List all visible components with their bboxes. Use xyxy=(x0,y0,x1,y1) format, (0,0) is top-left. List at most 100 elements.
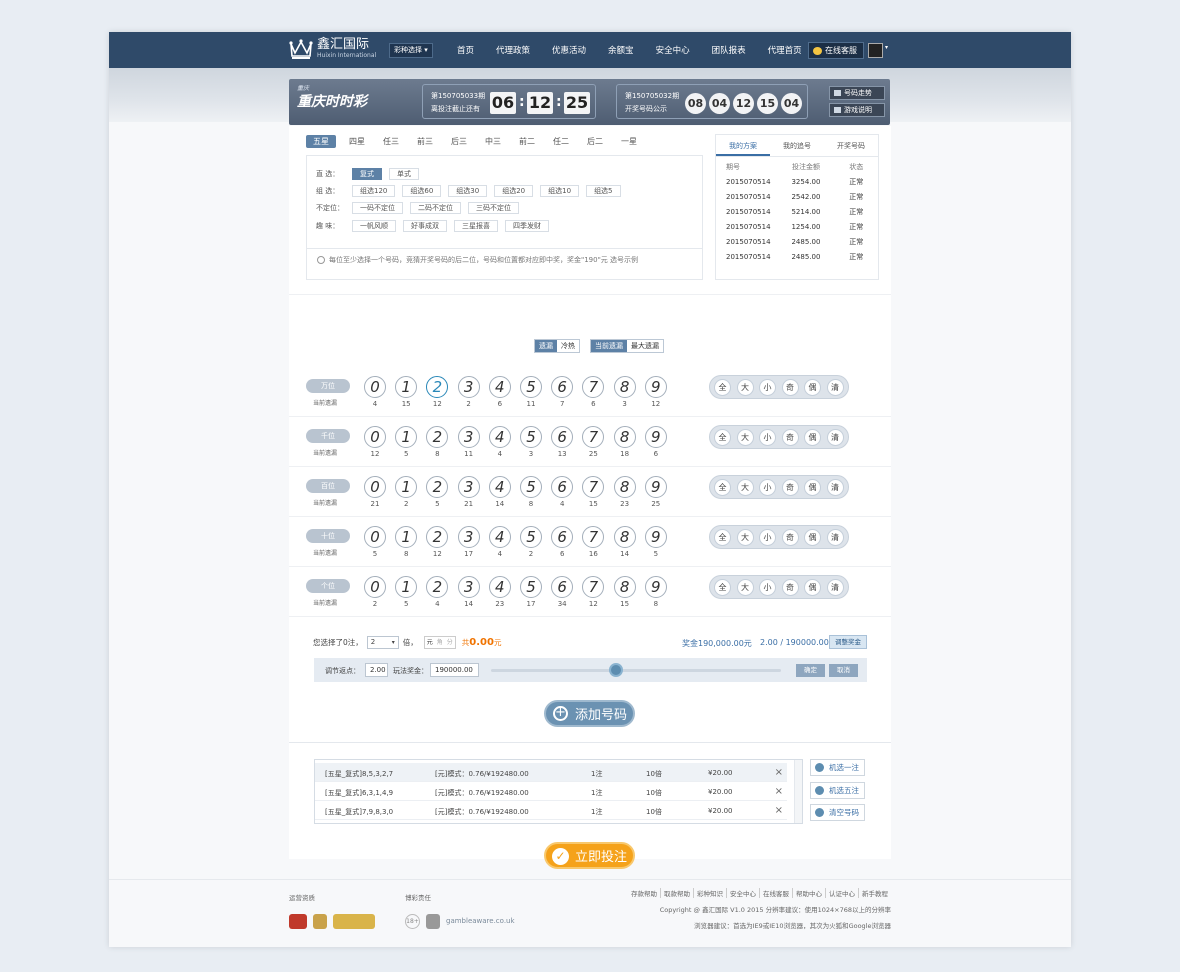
number-ball[interactable]: 8 xyxy=(613,526,636,548)
number-ball[interactable]: 9 xyxy=(644,426,667,448)
table-row[interactable]: 2015070514 2542.00 正常 xyxy=(716,190,878,205)
unit-yuan[interactable]: 元 xyxy=(425,637,435,648)
tab-play[interactable]: 任三 xyxy=(374,135,408,148)
footer-link[interactable]: 帮助中心 xyxy=(793,888,826,898)
play-option-button[interactable]: 单式 xyxy=(389,168,419,180)
number-ball[interactable]: 9 xyxy=(644,526,667,548)
number-ball[interactable]: 3 xyxy=(457,426,480,448)
number-ball[interactable]: 2 xyxy=(426,376,449,398)
tab-play[interactable]: 后三 xyxy=(442,135,476,148)
tab-play[interactable]: 后二 xyxy=(578,135,612,148)
quick-select-button[interactable]: 小 xyxy=(759,579,776,596)
footer-link[interactable]: 安全中心 xyxy=(727,888,760,898)
number-ball[interactable]: 6 xyxy=(551,376,574,398)
quick-select-button[interactable]: 大 xyxy=(736,479,754,496)
play-option-button[interactable]: 组选20 xyxy=(494,185,534,197)
tab-play[interactable]: 前二 xyxy=(510,135,544,148)
toggle-option[interactable]: 当前遗漏 xyxy=(591,340,627,352)
toggle-option[interactable]: 遗漏 xyxy=(535,340,557,352)
number-ball[interactable]: 7 xyxy=(582,476,605,498)
tab-play[interactable]: 四星 xyxy=(340,135,374,148)
number-ball[interactable]: 4 xyxy=(488,426,511,448)
footer-link[interactable]: 取款帮助 xyxy=(661,888,694,898)
number-ball[interactable]: 3 xyxy=(457,526,480,548)
tab-play[interactable]: 五星 xyxy=(306,135,336,148)
play-option-button[interactable]: 组选5 xyxy=(586,185,621,197)
number-ball[interactable]: 4 xyxy=(488,526,511,548)
footer-link[interactable]: 在线客服 xyxy=(760,888,793,898)
nav-item[interactable]: 代理首页 xyxy=(768,44,802,56)
quick-select-button[interactable]: 大 xyxy=(736,579,754,596)
quick-select-button[interactable]: 大 xyxy=(736,379,754,396)
multiple-select[interactable]: 2 xyxy=(366,636,399,649)
number-ball[interactable]: 9 xyxy=(644,376,667,398)
nav-item[interactable]: 代理政策 xyxy=(496,44,530,56)
number-ball[interactable]: 2 xyxy=(426,526,449,548)
rebate-slider-handle[interactable] xyxy=(608,663,623,677)
play-option-button[interactable]: 组选120 xyxy=(352,185,396,197)
number-ball[interactable]: 3 xyxy=(457,476,480,498)
quick-select-button[interactable]: 清 xyxy=(826,429,844,446)
unit-fen[interactable]: 分 xyxy=(445,637,455,648)
footer-link[interactable]: 彩种知识 xyxy=(694,888,727,898)
confirm-button[interactable]: 确定 xyxy=(796,664,825,677)
number-ball[interactable]: 8 xyxy=(613,426,636,448)
number-ball[interactable]: 0 xyxy=(364,576,386,598)
number-ball[interactable]: 3 xyxy=(457,576,480,598)
quick-select-button[interactable]: 偶 xyxy=(804,429,821,446)
table-row[interactable]: 2015070514 5214.00 正常 xyxy=(716,205,878,220)
adjust-prize-button[interactable]: 调整奖金 xyxy=(829,635,867,649)
clear-numbers-button[interactable]: 清空号码 xyxy=(810,804,865,821)
close-icon[interactable]: × xyxy=(775,767,783,778)
number-ball[interactable]: 4 xyxy=(488,476,511,498)
online-service-button[interactable]: 在线客服 xyxy=(808,42,864,59)
quick-select-button[interactable]: 奇 xyxy=(781,579,799,596)
nav-item[interactable]: 首页 xyxy=(457,44,474,56)
nav-item[interactable]: 安全中心 xyxy=(656,44,690,56)
tab-play[interactable]: 任二 xyxy=(544,135,578,148)
chevron-down-icon[interactable]: ▾ xyxy=(885,44,888,51)
trend-button[interactable]: 号码走势 xyxy=(829,86,885,100)
method-prize-input[interactable]: 190000.00 xyxy=(430,663,479,677)
number-ball[interactable]: 6 xyxy=(551,476,574,498)
toggle-option[interactable]: 最大遗漏 xyxy=(627,340,663,352)
quick-select-button[interactable]: 小 xyxy=(759,379,776,396)
tab-records[interactable]: 我的方案 xyxy=(716,135,770,156)
number-ball[interactable]: 4 xyxy=(488,576,511,598)
quick-select-button[interactable]: 全 xyxy=(714,429,731,446)
number-ball[interactable]: 1 xyxy=(395,426,418,448)
nav-item[interactable]: 优惠活动 xyxy=(552,44,586,56)
play-option-button[interactable]: 四季发财 xyxy=(505,220,549,232)
number-ball[interactable]: 0 xyxy=(364,526,386,548)
tab-records[interactable]: 开奖号码 xyxy=(824,135,878,156)
number-ball[interactable]: 5 xyxy=(520,426,542,448)
number-ball[interactable]: 9 xyxy=(644,576,667,598)
quick-select-button[interactable]: 奇 xyxy=(781,379,799,396)
rebate-input[interactable]: 2.00 xyxy=(365,663,388,677)
quick-select-button[interactable]: 清 xyxy=(826,529,844,546)
submit-bet-button[interactable]: ✓ 立即投注 xyxy=(544,842,635,869)
table-row[interactable]: 2015070514 2485.00 正常 xyxy=(716,250,878,265)
number-ball[interactable]: 7 xyxy=(582,526,605,548)
number-ball[interactable]: 9 xyxy=(644,476,667,498)
number-ball[interactable]: 2 xyxy=(426,576,449,598)
play-option-button[interactable]: 组选60 xyxy=(402,185,442,197)
quick-select-button[interactable]: 偶 xyxy=(804,579,821,596)
table-row[interactable]: 2015070514 3254.00 正常 xyxy=(716,175,878,190)
number-ball[interactable]: 5 xyxy=(520,576,542,598)
rebate-slider-track[interactable] xyxy=(491,669,781,672)
quick-select-button[interactable]: 偶 xyxy=(804,379,821,396)
random-five-button[interactable]: 机选五注 xyxy=(810,782,865,799)
quick-select-button[interactable]: 偶 xyxy=(804,529,821,546)
number-ball[interactable]: 8 xyxy=(613,476,636,498)
number-ball[interactable]: 6 xyxy=(551,576,574,598)
number-ball[interactable]: 6 xyxy=(551,426,574,448)
footer-link[interactable]: 新手教程 xyxy=(859,888,891,898)
quick-select-button[interactable]: 小 xyxy=(759,429,776,446)
play-option-button[interactable]: 三星报喜 xyxy=(454,220,498,232)
quick-select-button[interactable]: 偶 xyxy=(804,479,821,496)
number-ball[interactable]: 7 xyxy=(582,426,605,448)
footer-link[interactable]: 认证中心 xyxy=(826,888,859,898)
play-option-button[interactable]: 一码不定位 xyxy=(352,202,403,214)
quick-select-button[interactable]: 奇 xyxy=(781,529,799,546)
